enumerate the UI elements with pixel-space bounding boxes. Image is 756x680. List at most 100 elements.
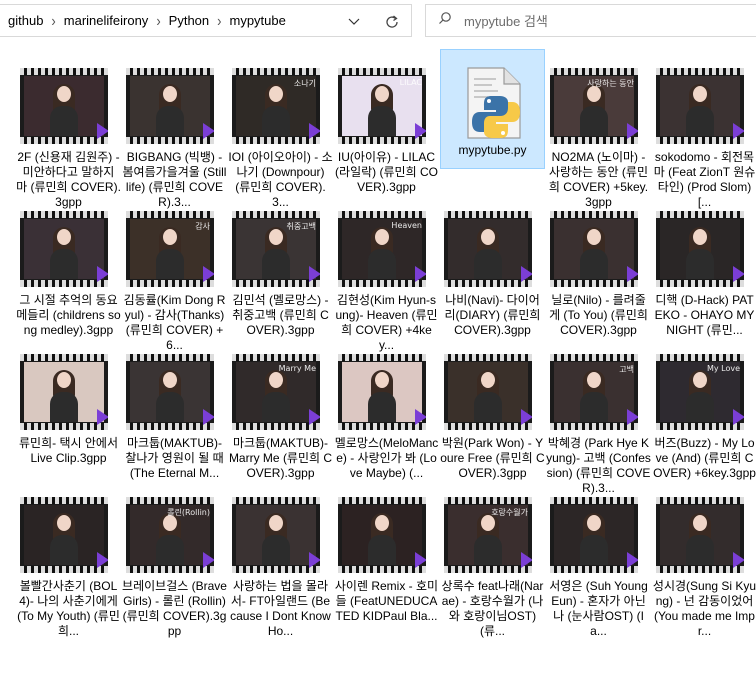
file-item-video[interactable]: 사랑하는 동안 NO2MA (노이마) - 사랑하는 동안 (류민희 COVER)… [546, 44, 651, 209]
video-thumbnail [338, 354, 426, 430]
breadcrumb-separator-icon[interactable]: › [156, 12, 160, 30]
singer-figure [580, 84, 608, 136]
refresh-icon[interactable] [383, 13, 401, 31]
play-overlay-icon [627, 266, 638, 282]
file-name-label: 서영은 (Suh Young Eun) - 혼자가 아닌 나 (눈사람OST) … [549, 579, 648, 638]
film-strip [550, 280, 638, 287]
file-item-video[interactable]: 고백 박혜경 (Park Hye Kyung)- 고백 (Confession) … [546, 330, 651, 495]
thumbnail-caption: LILAC [399, 78, 422, 87]
thumbnail-caption: My Love [706, 364, 740, 373]
film-strip [20, 68, 108, 75]
search-box[interactable]: mypytube 검색 [425, 4, 756, 37]
file-item-video[interactable]: 닐로(Nilo) - 를려줄게 (To You) (류민희 COVER).3gp… [546, 187, 651, 337]
film-strip [126, 354, 214, 361]
film-strip [444, 566, 532, 573]
file-item-video[interactable]: 나비(Navi)- 다이어리(DIARY) (류민희 COVER).3gpp [440, 187, 545, 337]
singer-figure [580, 227, 608, 279]
file-item-video[interactable]: 사랑하는 법을 몰라서- FT아일랜드 (Because I Dont Know… [228, 473, 333, 638]
singer-figure [156, 370, 184, 422]
file-item-video[interactable]: 호랑수월가 상록수 feat나래(Narae) - 호랑수월가 (나와 호랑이님O… [440, 473, 545, 638]
play-overlay-icon [733, 409, 744, 425]
file-name-label: 상록수 feat나래(Narae) - 호랑수월가 (나와 호랑이님OST) (… [441, 579, 544, 638]
file-item-video[interactable]: 소나기 IOI (아이오아이) - 소나기 (Downpour) (류민희 COV… [228, 44, 333, 209]
file-item-video[interactable]: 마크툽(MAKTUB)- 찰나가 영원이 될 때 (The Eternal M.… [122, 330, 227, 480]
play-overlay-icon [415, 123, 426, 139]
file-item-video[interactable]: 디핵 (D-Hack) PATEKO - OHAYO MY NIGHT (류민.… [652, 187, 756, 337]
film-strip [232, 566, 320, 573]
file-item-video[interactable]: 성시경(Sung Si Kyung) - 넌 감동이었어(You made me… [652, 473, 756, 638]
singer-figure [474, 227, 502, 279]
video-thumbnail [126, 68, 214, 144]
video-thumbnail [656, 211, 744, 287]
film-strip [550, 68, 638, 75]
breadcrumb-separator-icon[interactable]: › [51, 12, 55, 30]
video-thumbnail [338, 497, 426, 573]
video-thumbnail [232, 497, 320, 573]
thumbnail-caption: 롤린(Rollin) [167, 508, 210, 517]
singer-figure [262, 84, 290, 136]
file-name-label: 성시경(Sung Si Kyung) - 넌 감동이었어(You made me… [652, 579, 756, 638]
singer-figure [686, 84, 714, 136]
breadcrumb-separator-icon[interactable]: › [217, 12, 221, 30]
file-item-video[interactable]: LILAC IU(아이유) - LILAC(라일락) (류민희 COVER).3g… [334, 44, 439, 194]
film-strip [20, 566, 108, 573]
chevron-down-icon[interactable] [346, 14, 362, 30]
play-overlay-icon [203, 409, 214, 425]
play-overlay-icon [627, 552, 638, 568]
video-thumbnail [656, 497, 744, 573]
film-strip [126, 137, 214, 144]
video-thumbnail: My Love [656, 354, 744, 430]
singer-figure [368, 84, 396, 136]
singer-figure [156, 513, 184, 565]
play-overlay-icon [521, 266, 532, 282]
file-view: 2F (신용재 김원주) - 미안하다고 말하지 마 (류민희 COVER).3… [0, 40, 756, 680]
play-overlay-icon [521, 552, 532, 568]
file-item-video[interactable]: 박원(Park Won) - Youre Free (류민희 COVER).3g… [440, 330, 545, 480]
file-item-video[interactable]: Heaven 김현성(Kim Hyun-sung)- Heaven (류민희 CO… [334, 187, 439, 352]
file-item-video[interactable]: 취중고백 김민석 (멜로망스) - 취중고백 (류민희 COVER).3gpp [228, 187, 333, 337]
singer-figure [50, 513, 78, 565]
breadcrumb-marinelifeirony[interactable]: marinelifeirony [64, 13, 149, 28]
thumbnail-caption: 취중고백 [286, 222, 316, 231]
singer-figure [686, 513, 714, 565]
film-strip [232, 423, 320, 430]
film-strip [20, 497, 108, 504]
play-overlay-icon [97, 552, 108, 568]
video-thumbnail [444, 354, 532, 430]
file-item-video[interactable]: 류민희- 택시 안에서 Live Clip.3gpp [16, 330, 121, 466]
video-thumbnail: Heaven [338, 211, 426, 287]
breadcrumb-python[interactable]: Python [169, 13, 209, 28]
file-item-video[interactable]: 감사 김동률(Kim Dong Ryul) - 감사(Thanks) (류민희 C… [122, 187, 227, 352]
address-bar[interactable]: github › marinelifeirony › Python › mypy… [0, 4, 412, 37]
file-item-video[interactable]: My Love 버즈(Buzz) - My Love (And) (류민희 COV… [652, 330, 756, 480]
thumbnail-caption: 감사 [195, 222, 210, 231]
film-strip [656, 566, 744, 573]
singer-figure [368, 513, 396, 565]
file-item-video[interactable]: BIGBANG (빅뱅) - 봄여름가을겨울 (Still life) (류민희… [122, 44, 227, 209]
file-item-video[interactable]: 사이렌 Remix - 호미들 (FeatUNEDUCATED KIDPaul … [334, 473, 439, 623]
singer-figure [262, 370, 290, 422]
play-overlay-icon [309, 266, 320, 282]
video-thumbnail: 롤린(Rollin) [126, 497, 214, 573]
breadcrumb-github[interactable]: github [8, 13, 43, 28]
file-item-video[interactable]: 볼빨간사춘기 (BOL4)- 나의 사춘기에게 (To My Youth) (류… [16, 473, 121, 638]
video-thumbnail: 소나기 [232, 68, 320, 144]
file-name-label: 사랑하는 법을 몰라서- FT아일랜드 (Because I Dont Know… [230, 579, 331, 638]
thumbnail-caption: 사랑하는 동안 [587, 79, 634, 88]
file-item-python[interactable]: mypytube.py [440, 44, 545, 180]
breadcrumb-mypytube[interactable]: mypytube [229, 13, 285, 28]
video-thumbnail [550, 497, 638, 573]
file-item-video[interactable]: 멜로망스(MeloMance) - 사랑인가 봐 (Love Maybe) (.… [334, 330, 439, 480]
thumbnail-caption: 소나기 [293, 79, 316, 88]
file-name-label: 브레이브걸스 (Brave Girls) - 롤린 (Rollin) (류민희 … [122, 579, 227, 638]
film-strip [656, 354, 744, 361]
file-item-video[interactable]: Marry Me 마크툽(MAKTUB)- Marry Me (류민희 COVER… [228, 330, 333, 480]
file-item-video[interactable]: 롤린(Rollin) 브레이브걸스 (Brave Girls) - 롤린 (Rol… [122, 473, 227, 638]
play-overlay-icon [521, 409, 532, 425]
file-item-video[interactable]: 2F (신용재 김원주) - 미안하다고 말하지 마 (류민희 COVER).3… [16, 44, 121, 209]
file-item-video[interactable]: 서영은 (Suh Young Eun) - 혼자가 아닌 나 (눈사람OST) … [546, 473, 651, 638]
video-thumbnail [656, 68, 744, 144]
file-item-video[interactable]: sokodomo - 회전목마 (Feat ZionT 원슈타인) (Prod … [652, 44, 756, 209]
file-item-video[interactable]: 그 시절 추억의 동요메들리 (childrens song medley).3… [16, 187, 121, 337]
singer-figure [686, 227, 714, 279]
